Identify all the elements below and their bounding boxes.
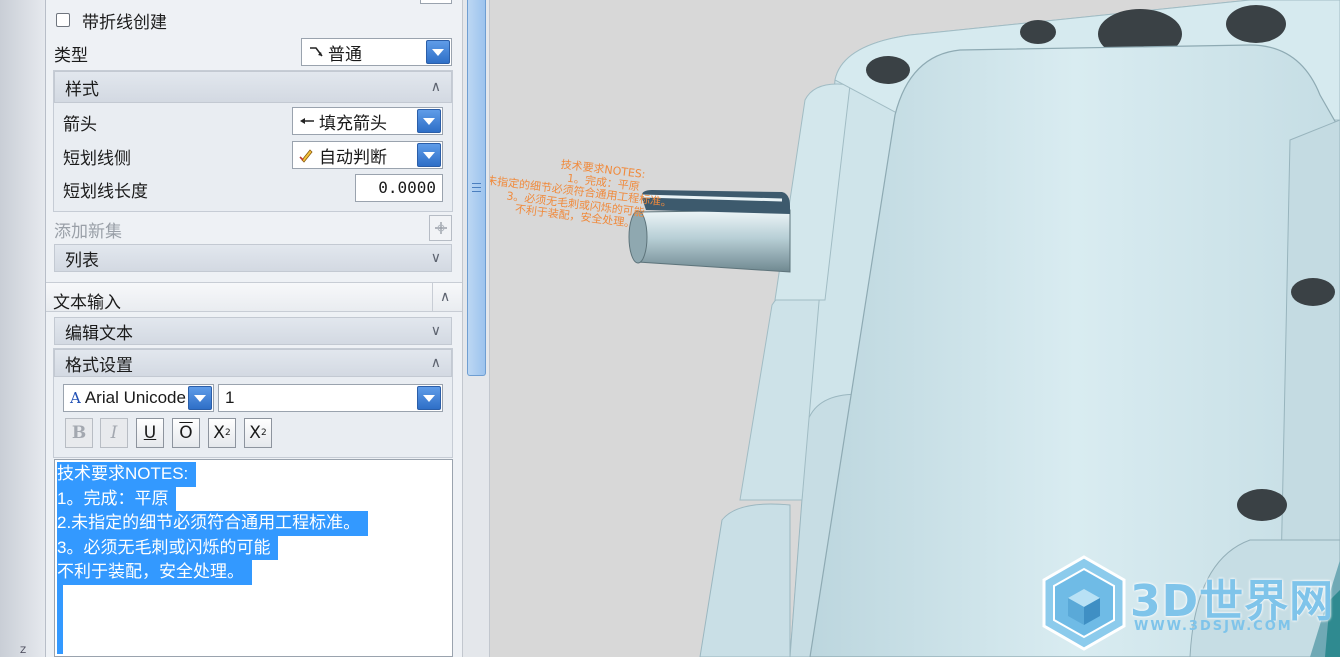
- chevron-down-icon[interactable]: ∨: [431, 323, 441, 339]
- fold-line-option[interactable]: 带折线创建: [56, 10, 167, 33]
- axis-z-label: Z: [20, 646, 27, 656]
- chevron-down-icon[interactable]: [417, 109, 441, 133]
- stub-length-label: 短划线长度: [63, 181, 148, 202]
- scrollbar-thumb[interactable]: [467, 0, 486, 376]
- list-section-header[interactable]: 列表 ∨: [54, 244, 452, 272]
- text-line: 3。必须无毛刺或闪烁的可能: [57, 535, 279, 560]
- text-input-section-title: 文本输入: [53, 293, 121, 313]
- auto-infer-icon: [299, 149, 313, 163]
- overline-button[interactable]: O: [172, 418, 200, 448]
- subscript-base: X: [249, 423, 261, 443]
- fold-line-checkbox[interactable]: [56, 13, 70, 27]
- underline-button[interactable]: U: [136, 418, 164, 448]
- subscript-exp: 2: [260, 428, 267, 438]
- text-line: 2.未指定的细节必须符合通用工程标准。: [57, 511, 369, 536]
- text-input-section-header[interactable]: 文本输入 ∧: [46, 282, 462, 313]
- stub-length-input[interactable]: 0.0000: [355, 174, 443, 202]
- bold-button[interactable]: B: [65, 418, 93, 448]
- superscript-button[interactable]: X2: [208, 418, 236, 448]
- filled-arrow-icon: [300, 118, 314, 124]
- subscript-button[interactable]: X2: [244, 418, 272, 448]
- arrow-label: 箭头: [63, 114, 97, 135]
- format-section-title: 格式设置: [65, 355, 133, 376]
- chevron-down-icon[interactable]: [426, 40, 450, 64]
- format-section-header[interactable]: 格式设置 ∧: [54, 349, 452, 377]
- text-line: 不利于装配，安全处理。: [57, 560, 252, 585]
- font-value: Arial Unicode MS: [84, 388, 188, 407]
- superscript-exp: 2: [224, 428, 231, 438]
- style-section-title: 样式: [65, 79, 99, 100]
- add-set-icon: [434, 222, 447, 234]
- font-size-dropdown[interactable]: 1: [218, 384, 443, 412]
- list-section-title: 列表: [65, 250, 99, 271]
- cube-logo-icon: [1042, 555, 1126, 651]
- stub-side-dropdown[interactable]: 自动判断: [292, 141, 443, 169]
- stub-side-value: 自动判断: [319, 147, 387, 168]
- cut-off-control: [420, 0, 452, 4]
- chevron-up-icon[interactable]: ∧: [431, 79, 441, 95]
- note-text-area[interactable]: 技术要求NOTES: 1。完成：平原 2.未指定的细节必须符合通用工程标准。 3…: [54, 459, 453, 657]
- add-new-set-label: 添加新集: [54, 221, 122, 242]
- chevron-up-icon[interactable]: ∧: [431, 355, 441, 371]
- selection-tail: [57, 584, 63, 654]
- arrow-value: 填充箭头: [319, 113, 387, 134]
- dialog-scrollbar[interactable]: [462, 0, 490, 657]
- chevron-up-icon[interactable]: ∧: [440, 289, 450, 305]
- font-size-value: 1: [225, 388, 235, 407]
- chevron-down-icon[interactable]: [417, 143, 441, 167]
- watermark-url: WWW.3DSJW.COM: [1134, 619, 1293, 634]
- graphics-viewport[interactable]: 技术要求NOTES: 1。完成：平原 未指定的细节必须符合通用工程标准。 3。必…: [490, 0, 1340, 657]
- text-line: 技术要求NOTES:: [57, 462, 197, 487]
- chevron-down-icon[interactable]: [188, 386, 212, 410]
- chevron-down-icon[interactable]: [417, 386, 441, 410]
- font-type-icon: A: [70, 389, 81, 407]
- grip-icon: [472, 183, 481, 192]
- chevron-down-icon[interactable]: ∨: [431, 250, 441, 266]
- type-label: 类型: [54, 45, 88, 66]
- type-value: 普通: [328, 44, 362, 65]
- font-dropdown[interactable]: A Arial Unicode MS: [63, 384, 214, 412]
- style-section-header[interactable]: 样式 ∧: [54, 71, 452, 103]
- watermark: 3D世界网 WWW.3DSJW.COM: [1040, 553, 1340, 657]
- edit-text-section-title: 编辑文本: [65, 323, 133, 344]
- italic-button[interactable]: I: [100, 418, 128, 448]
- stub-side-label: 短划线侧: [63, 148, 131, 169]
- leader-line-icon: [310, 47, 323, 57]
- resource-bar: Z: [0, 0, 46, 657]
- text-line: 1。完成：平原: [57, 486, 177, 511]
- edit-text-section-header[interactable]: 编辑文本 ∨: [54, 317, 452, 345]
- fold-line-label: 带折线创建: [82, 12, 167, 33]
- superscript-base: X: [213, 423, 225, 443]
- type-dropdown[interactable]: 普通: [301, 38, 452, 66]
- arrow-dropdown[interactable]: 填充箭头: [292, 107, 443, 135]
- add-new-set-button[interactable]: [429, 215, 452, 241]
- annotation-dialog: Z 带折线创建 类型 普通 样式 ∧ 箭头 填充箭头 短划线侧 自动判断 短划线…: [0, 0, 462, 657]
